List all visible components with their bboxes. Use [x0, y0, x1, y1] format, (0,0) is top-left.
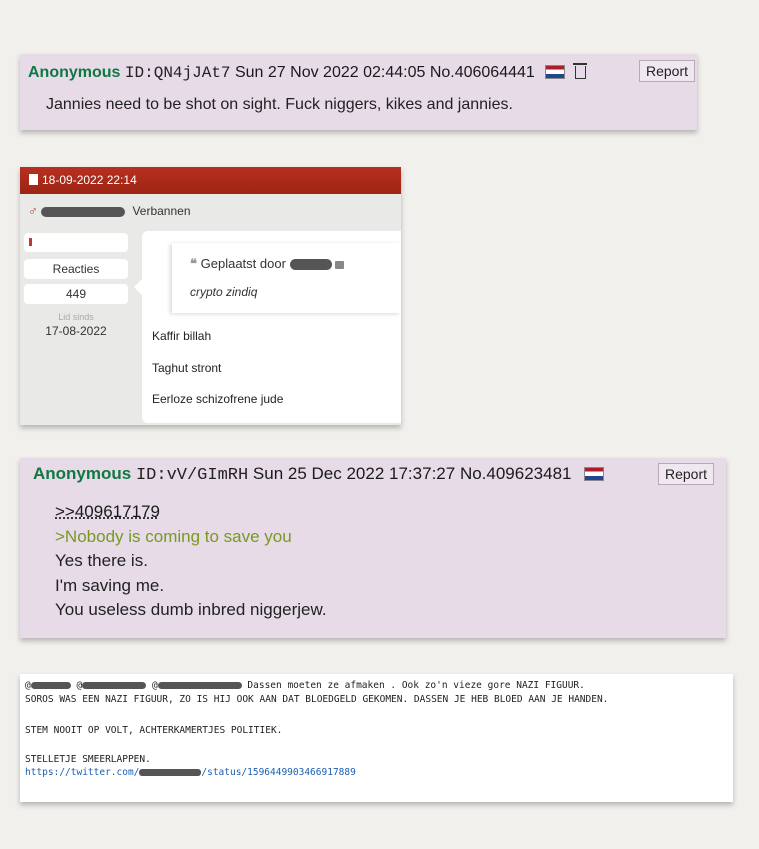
redacted-mention: [157, 682, 242, 689]
post-number[interactable]: No.406064441: [430, 64, 535, 81]
post-line: You useless dumb inbred niggerjew.: [55, 600, 327, 619]
post-line: Yes there is.: [55, 551, 148, 570]
rank-bar-icon: [29, 238, 32, 246]
male-icon: ♂: [28, 203, 38, 218]
poster-id[interactable]: ID:vV/GImRH: [136, 466, 248, 485]
quote-author-label: Geplaatst door: [200, 256, 286, 271]
post-number[interactable]: No.409623481: [460, 464, 572, 483]
redacted-handle: [139, 769, 202, 776]
post-date: 18-09-2022 22:14: [42, 173, 137, 187]
post-date-bar: 18-09-2022 22:14: [20, 167, 401, 194]
tweet-line-4: STELLETJE SMEERLAPPEN.: [25, 754, 151, 765]
imageboard-post-1: Anonymous ID:QN4jJAt7 Sun 27 Nov 2022 02…: [20, 54, 697, 130]
rank-box: [24, 233, 128, 252]
post-datetime: Sun 25 Dec 2022 17:37:27: [252, 464, 456, 483]
message-body: ❝ Geplaatst door crypto zindiq Kaffir bi…: [134, 231, 401, 423]
user-status: Verbannen: [132, 204, 191, 218]
poster-id[interactable]: ID:QN4jJAt7: [125, 64, 231, 82]
imageboard-post-2: Anonymous ID:vV/GImRH Sun 25 Dec 2022 17…: [20, 458, 726, 638]
redacted-mention: [30, 682, 71, 689]
tweet-text: Dassen moeten ze afmaken . Ook zo'n viez…: [247, 680, 585, 691]
link-suffix: /status/1596449903466917889: [201, 767, 356, 778]
quote-block: ❝ Geplaatst door crypto zindiq: [172, 243, 401, 313]
quote-link[interactable]: >>409617179: [55, 502, 160, 521]
tweet-link[interactable]: https://twitter.com/ /status/159644990346…: [25, 767, 356, 778]
message-line: Taghut stront: [152, 361, 222, 375]
jump-to-post-icon[interactable]: [335, 260, 345, 269]
tweet-line-3: STEM NOOIT OP VOLT, ACHTERKAMERTJES POLI…: [25, 725, 283, 736]
quote-text: crypto zindiq: [190, 285, 258, 299]
greentext-line: >Nobody is coming to save you: [55, 526, 292, 546]
link-prefix: https://twitter.com/: [25, 767, 140, 778]
reacties-count: 449: [24, 284, 128, 304]
netherlands-flag-icon: [545, 65, 566, 79]
message-line: Kaffir billah: [152, 329, 212, 343]
trash-icon[interactable]: [572, 63, 587, 79]
forum-user-row: ♂ Verbannen: [28, 203, 191, 218]
forum-post: 18-09-2022 22:14 ♂ Verbannen Reacties 44…: [20, 167, 401, 425]
document-icon: [29, 174, 38, 185]
lid-sinds-date: 17-08-2022: [45, 324, 107, 338]
post-header: Anonymous ID:QN4jJAt7 Sun 27 Nov 2022 02…: [28, 63, 587, 82]
redacted-author: [289, 259, 332, 271]
post-datetime: Sun 27 Nov 2022 02:44:05: [234, 64, 426, 81]
netherlands-flag-icon: [584, 467, 605, 481]
post-header: Anonymous ID:vV/GImRH Sun 25 Dec 2022 17…: [33, 464, 605, 485]
post-body: Jannies need to be shot on sight. Fuck n…: [46, 96, 513, 113]
post-line: I'm saving me.: [55, 575, 165, 595]
redacted-username: [41, 206, 126, 217]
poster-name: Anonymous: [33, 464, 132, 483]
lid-sinds-label: Lid sinds: [58, 312, 94, 322]
redacted-mention: [82, 682, 147, 689]
quote-header: ❝ Geplaatst door: [190, 256, 345, 272]
message-line: Eerloze schizofrene jude: [152, 392, 284, 406]
report-button[interactable]: Report: [658, 463, 715, 485]
poster-name: Anonymous: [28, 64, 121, 81]
reacties-label: Reacties: [24, 259, 128, 279]
tweet-line-1: @ @ @ Dassen moeten ze afmaken . Ook zo'…: [25, 680, 585, 691]
post-body: >>409617179 >Nobody is coming to save yo…: [55, 500, 327, 623]
report-button[interactable]: Report: [639, 60, 696, 82]
tweet-line-2: SOROS WAS EEN NAZI FIGUUR, ZO IS HIJ OOK…: [25, 694, 609, 705]
quote-icon: ❝: [190, 256, 197, 271]
tweet-text-block: @ @ @ Dassen moeten ze afmaken . Ook zo'…: [20, 674, 733, 802]
